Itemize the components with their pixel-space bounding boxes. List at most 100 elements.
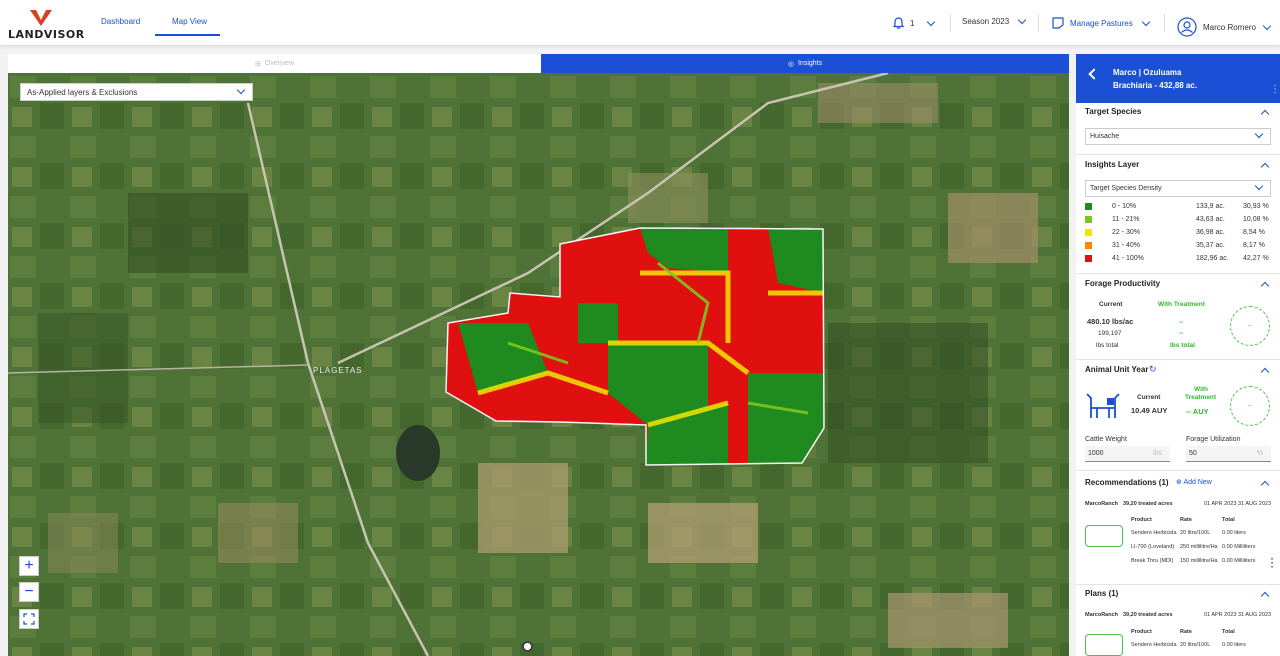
grid-icon: ⊞: [254, 60, 261, 68]
cow-icon: [1086, 393, 1120, 418]
legend-percent: 30,93 %: [1243, 203, 1269, 210]
nav-tab-dashboard[interactable]: Dashboard: [101, 17, 140, 26]
legend-percent: 42,27 %: [1243, 255, 1269, 262]
forage-utilization-input[interactable]: 50 %: [1186, 446, 1271, 462]
divider: [1076, 154, 1280, 155]
plan-row-product: Sendero Herbicida: [1131, 642, 1177, 648]
rec-row-product: Sendero Herbicida: [1131, 530, 1177, 536]
legend-percent: 8,54 %: [1243, 229, 1265, 236]
top-bar: LANDVISOR Dashboard Map View 1 Season 20…: [0, 0, 1280, 46]
pasture-icon: [1052, 17, 1064, 29]
rec-col-product: Product: [1131, 517, 1152, 523]
chevron-down-icon: [1262, 21, 1272, 30]
tab-insights-label: Insights: [797, 60, 823, 67]
legend-swatch: [1085, 216, 1092, 223]
add-new-button[interactable]: ⊕ Add New: [1176, 478, 1212, 486]
insights-icon: ◎: [787, 60, 794, 68]
avatar-icon: [1177, 17, 1197, 37]
legend-acres: 36,98 ac.: [1196, 229, 1225, 236]
more-options-icon[interactable]: ⋮: [1270, 84, 1280, 95]
target-species-select[interactable]: Huisache: [1085, 128, 1271, 145]
zoom-out-button[interactable]: −: [19, 582, 39, 602]
tab-insights[interactable]: ◎ Insights: [541, 54, 1069, 73]
collapse-icon[interactable]: [1260, 480, 1270, 490]
chevron-down-icon: [1254, 181, 1264, 191]
rec-row-total: 0.00 Milliliters: [1222, 544, 1256, 550]
tractor-icon: [1085, 525, 1123, 547]
user-name: Marco Romero: [1203, 22, 1256, 32]
place-label: PLAGETAS: [313, 366, 363, 375]
tab-overview[interactable]: ⊞ Overview: [8, 54, 541, 73]
compass-icon[interactable]: [522, 641, 533, 652]
legend-acres: 182,96 ac.: [1196, 255, 1229, 262]
chevron-down-icon: [236, 85, 246, 95]
forage-current-label: Current: [1099, 301, 1123, 308]
insights-panel: Marco | Ozuluama Brachiaria - 432,88 ac.…: [1076, 54, 1280, 656]
divider: [1164, 14, 1165, 32]
plus-circle-icon: ⊕: [1176, 479, 1182, 486]
chevron-down-icon: [1141, 17, 1150, 26]
collapse-icon[interactable]: [1260, 162, 1270, 172]
plan-ranch: MarcoRanch: [1085, 612, 1119, 618]
map-imagery: [8, 73, 1069, 656]
auy-gauge: --: [1230, 386, 1270, 426]
notifications-dropdown[interactable]: 1: [893, 17, 936, 29]
collapse-icon[interactable]: [1260, 109, 1270, 119]
legend-range: 22 - 30%: [1112, 229, 1141, 236]
rec-date-from: 01 APR 2023: [1204, 501, 1237, 507]
auy-current-value: 10.49 AUY: [1131, 406, 1168, 415]
fullscreen-button[interactable]: [19, 609, 39, 629]
legend-range: 31 - 40%: [1112, 242, 1141, 249]
pasture-owner-title: Marco | Ozuluama: [1113, 68, 1182, 77]
legend-acres: 43,63 ac.: [1196, 216, 1225, 223]
insights-layer-value: Target Species Density: [1090, 185, 1162, 192]
tractor-icon: [1085, 634, 1123, 656]
plan-col-rate: Rate: [1180, 629, 1192, 635]
cattle-weight-input[interactable]: 1000 lbs: [1085, 446, 1170, 462]
forage-gauge: --: [1230, 306, 1270, 346]
forage-current-total: 199,197: [1098, 330, 1122, 337]
nav-tab-map-view[interactable]: Map View: [172, 17, 207, 26]
cattle-weight-value: 1000: [1088, 450, 1104, 457]
zoom-in-button[interactable]: +: [19, 556, 39, 576]
forage-total-label: lbs total: [1096, 342, 1119, 349]
rec-col-rate: Rate: [1180, 517, 1192, 523]
plan-row-total: 0.00 liters: [1222, 642, 1246, 648]
legend-acres: 133,9 ac.: [1196, 203, 1225, 210]
rec-ranch: MarcoRanch: [1085, 501, 1119, 507]
manage-pastures-dropdown[interactable]: Manage Pastures: [1052, 17, 1150, 29]
collapse-icon[interactable]: [1260, 367, 1270, 377]
pasture-subtitle: Brachiaria - 432,88 ac.: [1113, 81, 1198, 90]
legend-range: 11 - 21%: [1112, 216, 1140, 223]
season-label: Season 2023: [962, 17, 1010, 26]
logo-v-icon: [30, 10, 52, 26]
rec-row-total: 0.00 liters: [1222, 530, 1246, 536]
user-menu[interactable]: Marco Romero: [1177, 17, 1272, 37]
auy-treated-label-2: Treatment: [1185, 394, 1217, 401]
landvisor-logo[interactable]: LANDVISOR: [8, 8, 84, 42]
auy-current-label: Current: [1137, 394, 1161, 401]
season-dropdown[interactable]: Season 2023: [962, 15, 1027, 26]
back-arrow-icon[interactable]: [1088, 68, 1100, 80]
layer-select-dropdown[interactable]: As-Applied layers & Exclusions: [20, 83, 253, 101]
legend-range: 0 - 10%: [1112, 203, 1137, 210]
divider: [1076, 584, 1280, 585]
plan-treated-acres: 39,20 treated acres: [1123, 612, 1173, 618]
forage-productivity-title: Forage Productivity: [1085, 279, 1161, 288]
legend-swatch: [1085, 242, 1092, 249]
rec-row-rate: 250 millilitre/Ha: [1180, 544, 1218, 550]
divider: [1076, 470, 1280, 471]
legend-swatch: [1085, 255, 1092, 262]
satellite-map[interactable]: As-Applied layers & Exclusions PLAGETAS …: [8, 73, 1069, 656]
rec-more-icon[interactable]: · · ·: [1271, 555, 1274, 573]
insights-layer-select[interactable]: Target Species Density: [1085, 180, 1271, 197]
rec-treated-acres: 39,20 treated acres: [1123, 501, 1173, 507]
add-new-label: Add New: [1183, 479, 1212, 486]
collapse-icon[interactable]: [1260, 281, 1270, 291]
refresh-icon[interactable]: ↻: [1149, 364, 1157, 375]
layer-select-value: As-Applied layers & Exclusions: [27, 88, 138, 97]
auy-treated-value: -- AUY: [1186, 407, 1209, 416]
chevron-down-icon: [1017, 15, 1027, 25]
collapse-icon[interactable]: [1260, 591, 1270, 601]
plan-col-total: Total: [1222, 629, 1235, 635]
